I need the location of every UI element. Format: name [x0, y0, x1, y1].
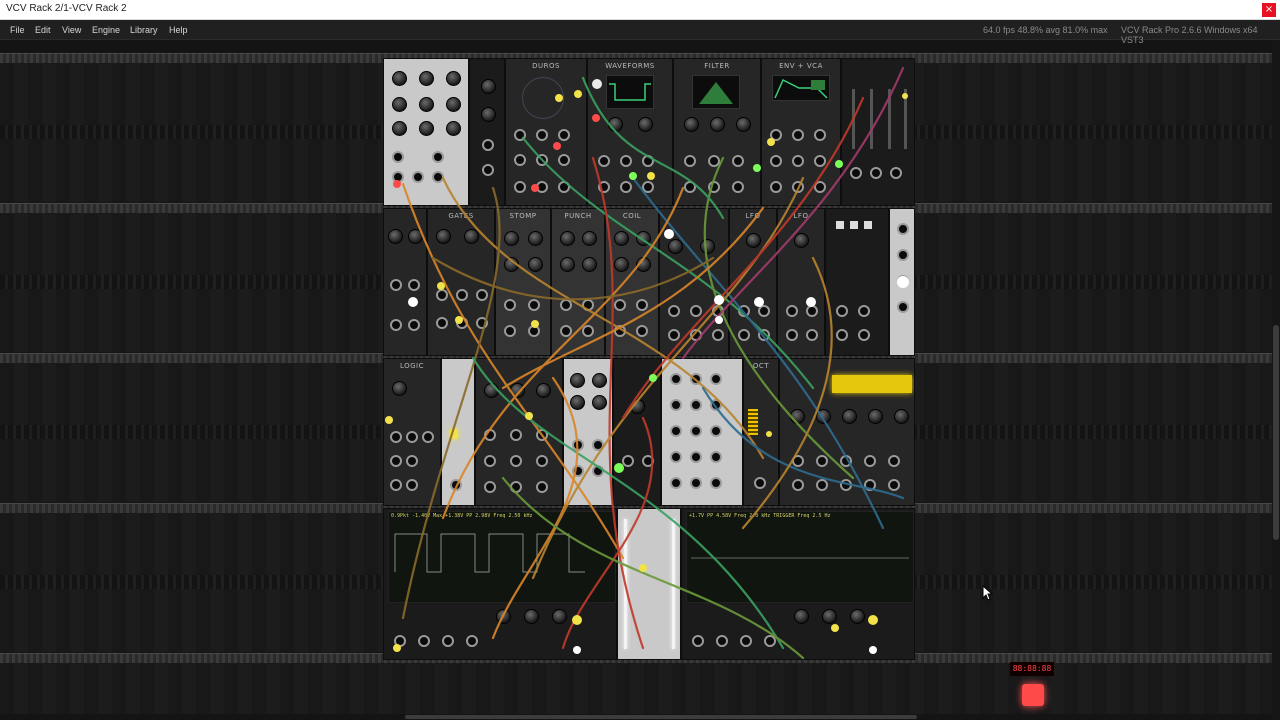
clock-module[interactable]	[469, 58, 505, 206]
lfo-module[interactable]: LFO	[729, 208, 777, 356]
menu-engine[interactable]: Engine	[92, 25, 120, 35]
menu-help[interactable]: Help	[169, 25, 188, 35]
square-wave-icon	[609, 83, 651, 101]
envelope-icon	[774, 78, 828, 99]
module-label: ENV + VCA	[779, 62, 823, 70]
horizontal-scrollbar[interactable]	[0, 714, 1272, 720]
output-module[interactable]	[889, 208, 915, 356]
sequencer-grid-module[interactable]	[779, 358, 915, 506]
module-label: PUNCH	[564, 212, 592, 220]
matrix-module[interactable]	[661, 358, 743, 506]
env-vca-module[interactable]: ENV + VCA	[761, 58, 841, 206]
oct-module[interactable]: OCT	[743, 358, 779, 506]
waveforms-module[interactable]: WAVEFORMS	[587, 58, 673, 206]
close-button[interactable]: ×	[1262, 3, 1276, 17]
scope-module-right[interactable]: +1.7V PP 4.58V Freq 2.0 kHz TRIGGER Freq…	[681, 508, 915, 660]
menu-file[interactable]: File	[10, 25, 25, 35]
filter-curve-icon	[699, 82, 733, 104]
gates-module[interactable]: GATES	[427, 208, 495, 356]
mixer-module[interactable]	[841, 58, 915, 206]
window-title: VCV Rack 2/1-VCV Rack 2	[6, 3, 127, 14]
clock-display: 88:88:88	[1010, 662, 1054, 676]
multi-module[interactable]	[475, 358, 563, 506]
scope-display-right: +1.7V PP 4.58V Freq 2.0 kHz TRIGGER Freq…	[686, 511, 914, 603]
scope-readout: 0.9Pkt -1.40V Max +1.38V PP 2.98V Freq 2…	[391, 513, 533, 519]
module-label: LFO	[745, 212, 761, 220]
duros-module[interactable]: DUROS	[505, 58, 587, 206]
sequencer-module[interactable]	[383, 208, 427, 356]
clock-start-module[interactable]	[617, 508, 681, 660]
filter-display	[692, 75, 740, 109]
arrow-cursor-icon	[982, 585, 994, 601]
menu-bar: File Edit View Engine Library Help 64.0 …	[0, 20, 1280, 45]
drum-voice-module[interactable]	[659, 208, 729, 356]
module-patch: DUROS WAVEFORMS FILTER ENV + VCA GATES S…	[383, 58, 1054, 706]
stomp-module[interactable]: STOMP	[495, 208, 551, 356]
module-label: LOGIC	[399, 362, 425, 370]
utility-module[interactable]	[613, 358, 661, 506]
module-label: LFO	[793, 212, 809, 220]
menu-edit[interactable]: Edit	[35, 25, 51, 35]
envelope-display	[772, 75, 830, 101]
module-label: FILTER	[704, 62, 730, 70]
vertical-scrollbar[interactable]	[1272, 40, 1280, 720]
coil-module[interactable]: COIL	[605, 208, 659, 356]
module-label: STOMP	[509, 212, 537, 220]
square-wave-trace	[394, 533, 585, 573]
module-label: DUROS	[532, 62, 560, 70]
lfo-module-2[interactable]: LFO	[777, 208, 825, 356]
module-label: OCT	[752, 362, 770, 370]
rack-workspace[interactable]: DUROS WAVEFORMS FILTER ENV + VCA GATES S…	[0, 40, 1280, 720]
waveform-display	[606, 75, 654, 109]
scope-module-left[interactable]: 0.9Pkt -1.40V Max +1.38V PP 2.98V Freq 2…	[383, 508, 617, 660]
module-label: COIL	[622, 212, 642, 220]
scope-display: 0.9Pkt -1.40V Max +1.38V PP 2.98V Freq 2…	[388, 511, 616, 603]
gate-module[interactable]	[441, 358, 475, 506]
performance-readout: 64.0 fps 48.8% avg 81.0% max	[983, 25, 1108, 35]
start-stop-button[interactable]	[1022, 684, 1044, 706]
flat-trace	[691, 557, 909, 559]
rack-row-background	[0, 663, 1280, 720]
module-label: WAVEFORMS	[605, 62, 655, 70]
menu-view[interactable]: View	[62, 25, 81, 35]
window-titlebar: VCV Rack 2/1-VCV Rack 2 ×	[0, 0, 1280, 20]
filter-module[interactable]: FILTER	[673, 58, 761, 206]
punch-module[interactable]: PUNCH	[551, 208, 605, 356]
module-label: GATES	[448, 212, 474, 220]
drum-module[interactable]	[383, 58, 469, 206]
sequencer-dial[interactable]	[522, 77, 564, 119]
scope-readout-right: +1.7V PP 4.58V Freq 2.0 kHz TRIGGER Freq…	[689, 513, 831, 519]
logic-module[interactable]: LOGIC	[383, 358, 441, 506]
quad-knob-module[interactable]	[563, 358, 613, 506]
switch-module[interactable]	[825, 208, 889, 356]
menu-library[interactable]: Library	[130, 25, 158, 35]
